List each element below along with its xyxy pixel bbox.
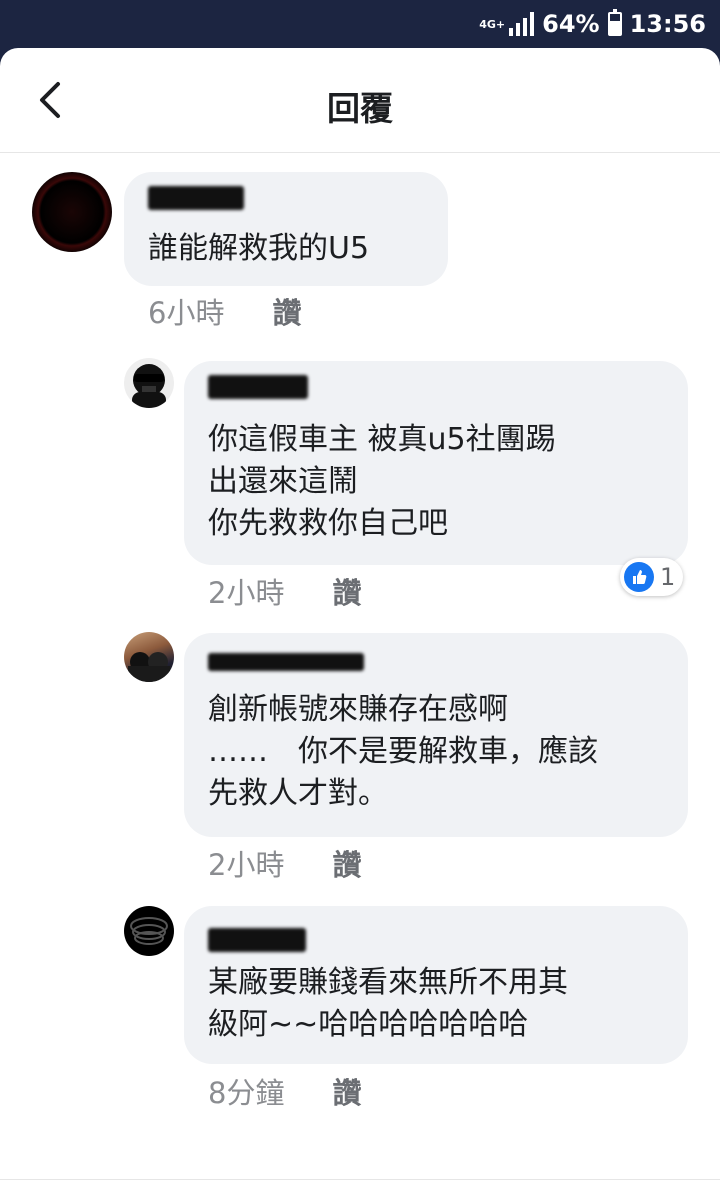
- comment-bubble: 你這假車主 被真u5社團踢 出還來這鬧 你先救救你自己吧: [184, 361, 688, 565]
- signal-icon: [509, 12, 535, 36]
- clock: 13:56: [629, 10, 706, 38]
- comment-time: 2小時: [208, 576, 285, 610]
- comment-meta: 2小時 讚: [208, 570, 361, 612]
- like-button[interactable]: 讚: [272, 296, 301, 330]
- reaction-summary[interactable]: 1: [620, 558, 684, 596]
- comment-author[interactable]: [148, 186, 244, 210]
- comment-bubble: 創新帳號來賺存在感啊 …… 你不是要解救車，應該 先救人才對。: [184, 633, 688, 837]
- avatar-icon: [130, 917, 168, 945]
- comment-time: 2小時: [208, 848, 285, 882]
- header: 回覆: [0, 48, 720, 153]
- comment-time: 6小時: [148, 296, 225, 330]
- avatar-icon: [132, 364, 166, 408]
- page-title: 回覆: [327, 89, 393, 128]
- avatar[interactable]: [124, 906, 174, 956]
- network-indicator: 4G+: [479, 12, 535, 36]
- avatar[interactable]: [124, 358, 174, 408]
- comment-bubble: 誰能解救我的U5: [124, 172, 448, 286]
- comment-text: 誰能解救我的U5: [148, 231, 370, 266]
- thumbs-up-icon: [624, 562, 654, 592]
- comment-meta: 6小時 讚: [148, 290, 301, 332]
- avatar[interactable]: [32, 172, 112, 252]
- comment-author[interactable]: [208, 653, 364, 671]
- comment-text: 你這假車主 被真u5社團踢 出還來這鬧 你先救救你自己吧: [208, 422, 556, 541]
- battery-icon: [607, 9, 622, 36]
- like-button[interactable]: 讚: [332, 1076, 361, 1110]
- avatar[interactable]: [124, 632, 174, 682]
- comment-author[interactable]: [208, 928, 306, 952]
- comment-bubble: 某廠要賺錢看來無所不用其 級阿~~哈哈哈哈哈哈哈: [184, 906, 688, 1064]
- battery-percent: 64%: [542, 10, 600, 38]
- comment-text: 創新帳號來賺存在感啊 …… 你不是要解救車，應該 先救人才對。: [208, 692, 598, 811]
- replies-sheet: 回覆 誰能解救我的U5 6小時讚 你這假車主 被真u5社團踢 出還來這鬧 你先救…: [0, 48, 720, 1196]
- bottom-divider: [0, 1179, 720, 1196]
- comment-time: 8分鐘: [208, 1076, 285, 1110]
- comment-meta: 8分鐘 讚: [208, 1070, 361, 1112]
- reaction-count: 1: [660, 563, 676, 591]
- avatar-icon: [128, 652, 170, 682]
- comment-meta: 2小時 讚: [208, 842, 361, 884]
- status-bar: 4G+ 64% 13:56: [0, 0, 720, 48]
- battery-fill: [609, 21, 620, 34]
- network-type: 4G+: [479, 17, 506, 31]
- like-button[interactable]: 讚: [332, 576, 361, 610]
- comment-text: 某廠要賺錢看來無所不用其 級阿~~哈哈哈哈哈哈哈: [208, 965, 568, 1042]
- comment-author[interactable]: [208, 375, 308, 399]
- like-button[interactable]: 讚: [332, 848, 361, 882]
